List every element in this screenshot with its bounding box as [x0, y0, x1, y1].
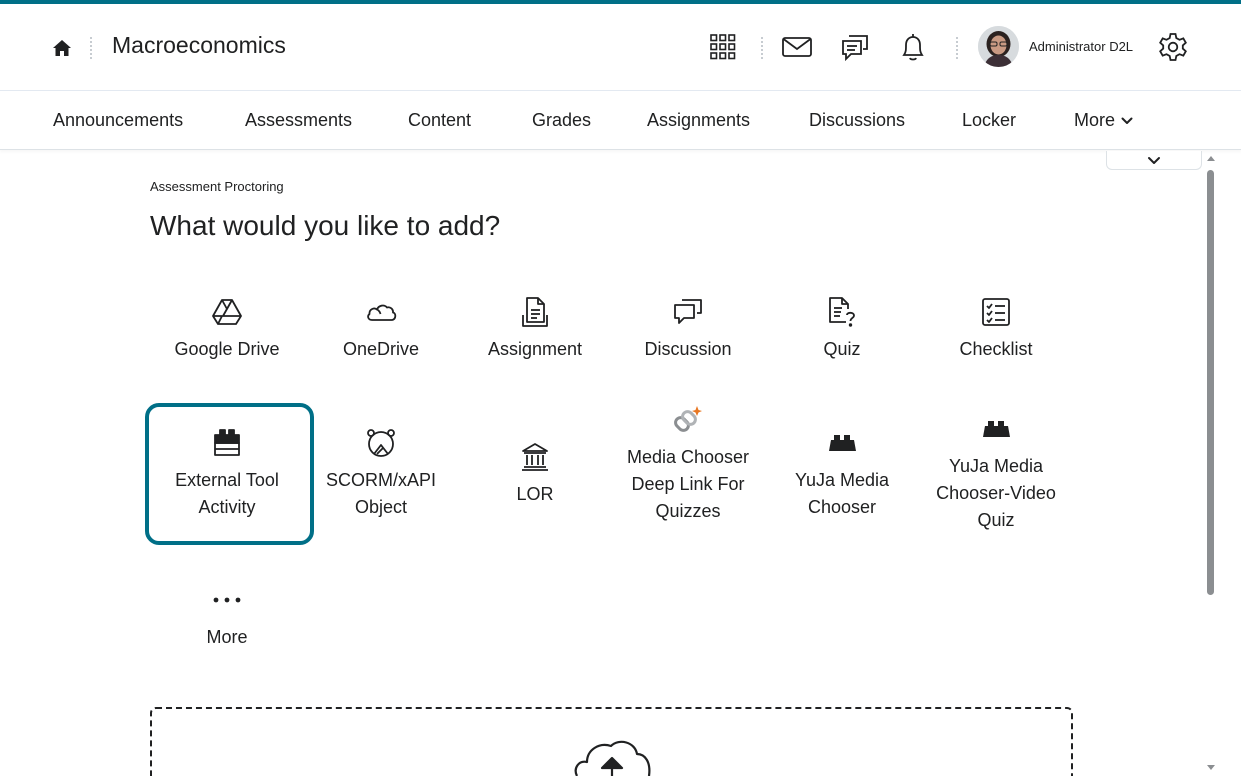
- scrollbar-thumb[interactable]: [1207, 170, 1214, 595]
- quiz-icon: [826, 294, 858, 330]
- nav-discussions[interactable]: Discussions: [809, 110, 905, 131]
- nav-more-label: More: [1074, 110, 1116, 130]
- scorm-icon: [365, 425, 397, 461]
- tile-label: Media Chooser Deep Link For Quizzes: [626, 447, 750, 521]
- tile-label: YuJa Media Chooser: [794, 470, 890, 517]
- bell-icon[interactable]: [896, 30, 930, 64]
- upload-cloud-icon: [574, 740, 651, 776]
- nav-grades[interactable]: Grades: [532, 110, 591, 131]
- tile-onedrive[interactable]: OneDrive: [304, 294, 458, 363]
- discussion-icon: [672, 294, 704, 330]
- tile-label: Checklist: [959, 339, 1033, 359]
- google-drive-icon: [211, 294, 243, 330]
- tile-label: Discussion: [644, 339, 732, 359]
- tile-label: External Tool Activity: [175, 470, 279, 517]
- tile-scorm-xapi[interactable]: SCORM/xAPI Object: [304, 425, 458, 521]
- page-heading: What would you like to add?: [150, 210, 501, 241]
- media-chooser-icon: [672, 402, 704, 438]
- tile-yuja-media-chooser[interactable]: YuJa Media Chooser: [765, 425, 919, 521]
- scroll-down-arrow[interactable]: [1206, 764, 1216, 772]
- external-tool-icon: [211, 425, 243, 461]
- user-name[interactable]: Administrator D2L: [1029, 39, 1133, 54]
- breadcrumb[interactable]: Assessment Proctoring: [150, 179, 284, 194]
- header: Macroeconomics Administrator D2L: [0, 4, 1241, 91]
- tile-label: More: [206, 627, 248, 647]
- nav-assignments[interactable]: Assignments: [647, 110, 750, 131]
- chevron-down-icon: [1148, 156, 1160, 164]
- lor-icon: [520, 439, 550, 475]
- nav-locker[interactable]: Locker: [962, 110, 1016, 131]
- header-separator: [956, 37, 958, 59]
- onedrive-icon: [365, 294, 397, 330]
- grid-icon[interactable]: [706, 30, 740, 64]
- nav-announcements[interactable]: Announcements: [53, 110, 183, 131]
- tile-checklist[interactable]: Checklist: [919, 294, 1073, 363]
- tile-lor[interactable]: LOR: [458, 439, 612, 508]
- tile-discussion[interactable]: Discussion: [611, 294, 765, 363]
- tile-quiz[interactable]: Quiz: [765, 294, 919, 363]
- ellipsis-icon: [211, 582, 243, 618]
- yuja-block-icon: [826, 425, 858, 461]
- checklist-icon: [980, 294, 1012, 330]
- gear-icon[interactable]: [1156, 30, 1190, 64]
- tile-external-tool-activity[interactable]: External Tool Activity: [150, 425, 304, 521]
- header-separator: [761, 37, 763, 59]
- nav-content[interactable]: Content: [408, 110, 471, 131]
- tile-label: YuJa Media Chooser-Video Quiz: [936, 456, 1056, 530]
- chevron-down-icon: [1121, 117, 1133, 124]
- yuja-block-icon: [980, 411, 1012, 447]
- chat-icon[interactable]: [838, 30, 872, 64]
- tile-label: LOR: [516, 484, 554, 504]
- tile-label: Assignment: [487, 339, 583, 359]
- course-navbar: Announcements Assessments Content Grades…: [0, 91, 1241, 150]
- mail-icon[interactable]: [780, 30, 814, 64]
- tile-google-drive[interactable]: Google Drive: [150, 294, 304, 363]
- course-title[interactable]: Macroeconomics: [112, 32, 286, 59]
- tile-label: SCORM/xAPI Object: [325, 470, 436, 517]
- tile-label: Quiz: [823, 339, 861, 359]
- avatar[interactable]: [978, 26, 1019, 67]
- tile-yuja-video-quiz[interactable]: YuJa Media Chooser-Video Quiz: [919, 411, 1073, 534]
- nav-assessments[interactable]: Assessments: [245, 110, 352, 131]
- tile-label: OneDrive: [342, 339, 420, 359]
- home-icon[interactable]: [50, 36, 74, 60]
- scroll-up-arrow[interactable]: [1206, 154, 1216, 162]
- tile-media-chooser-deep-link[interactable]: Media Chooser Deep Link For Quizzes: [611, 402, 765, 525]
- assignment-icon: [520, 294, 550, 330]
- nav-more[interactable]: More: [1074, 110, 1133, 131]
- tile-more[interactable]: More: [150, 582, 304, 651]
- collapse-toggle[interactable]: [1106, 151, 1202, 170]
- tile-assignment[interactable]: Assignment: [458, 294, 612, 363]
- tile-label: Google Drive: [174, 339, 280, 359]
- header-separator: [90, 37, 92, 59]
